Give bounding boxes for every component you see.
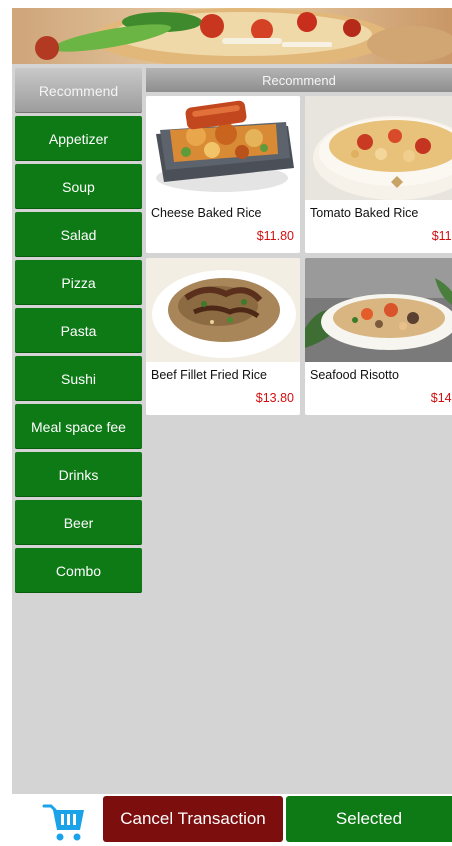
product-price: $11.80 bbox=[256, 229, 294, 243]
product-name: Tomato Baked Rice bbox=[310, 206, 419, 220]
product-card-seafood-risotto[interactable]: Seafood Risotto $14.80 bbox=[305, 258, 452, 415]
banner-image bbox=[12, 8, 452, 64]
product-image bbox=[305, 96, 452, 200]
category-label: Recommend bbox=[38, 82, 119, 99]
product-image bbox=[146, 258, 300, 362]
product-image bbox=[146, 96, 300, 200]
category-soup[interactable]: Soup bbox=[15, 164, 142, 209]
product-area: Recommend Cheese Baked Rice $11.80 Tomat… bbox=[146, 68, 452, 415]
category-meal-space-fee[interactable]: Meal space fee bbox=[15, 404, 142, 449]
category-label: Pizza bbox=[61, 274, 96, 291]
shopping-cart-icon[interactable] bbox=[42, 800, 88, 842]
category-sidebar: Recommend Appetizer Soup Salad Pizza Pas… bbox=[15, 68, 142, 596]
product-name: Cheese Baked Rice bbox=[151, 206, 262, 220]
category-label: Pasta bbox=[60, 322, 97, 339]
product-card-tomato-baked-rice[interactable]: Tomato Baked Rice $11.80 bbox=[305, 96, 452, 253]
category-drinks[interactable]: Drinks bbox=[15, 452, 142, 497]
category-recommend[interactable]: Recommend bbox=[15, 68, 142, 113]
product-card-beef-fillet-fried-rice[interactable]: Beef Fillet Fried Rice $13.80 bbox=[146, 258, 300, 415]
cancel-transaction-button[interactable]: Cancel Transaction bbox=[103, 796, 283, 842]
product-price: $11.80 bbox=[431, 229, 452, 243]
category-appetizer[interactable]: Appetizer bbox=[15, 116, 142, 161]
category-label: Appetizer bbox=[48, 130, 109, 147]
selected-button[interactable]: Selected bbox=[286, 796, 452, 842]
category-pasta[interactable]: Pasta bbox=[15, 308, 142, 353]
category-label: Soup bbox=[62, 178, 95, 195]
category-beer[interactable]: Beer bbox=[15, 500, 142, 545]
category-combo[interactable]: Combo bbox=[15, 548, 142, 593]
product-price: $13.80 bbox=[255, 391, 294, 405]
bottom-action-bar: Cancel Transaction Selected bbox=[0, 794, 452, 846]
category-label: Salad bbox=[60, 226, 97, 243]
product-price: $14.80 bbox=[430, 391, 452, 405]
category-salad[interactable]: Salad bbox=[15, 212, 142, 257]
product-name: Beef Fillet Fried Rice bbox=[151, 368, 268, 382]
category-label: Beer bbox=[63, 514, 94, 531]
product-card-cheese-baked-rice[interactable]: Cheese Baked Rice $11.80 bbox=[146, 96, 300, 253]
category-sushi[interactable]: Sushi bbox=[15, 356, 142, 401]
product-name: Seafood Risotto bbox=[310, 368, 399, 382]
product-image bbox=[305, 258, 452, 362]
pos-app: Recommend Appetizer Soup Salad Pizza Pas… bbox=[0, 0, 452, 846]
section-header: Recommend bbox=[146, 68, 452, 92]
menu-panel: Recommend Appetizer Soup Salad Pizza Pas… bbox=[12, 64, 452, 794]
category-label: Meal space fee bbox=[31, 418, 126, 435]
category-label: Sushi bbox=[60, 370, 97, 387]
category-label: Combo bbox=[55, 562, 102, 579]
category-label: Drinks bbox=[58, 466, 99, 483]
category-pizza[interactable]: Pizza bbox=[15, 260, 142, 305]
